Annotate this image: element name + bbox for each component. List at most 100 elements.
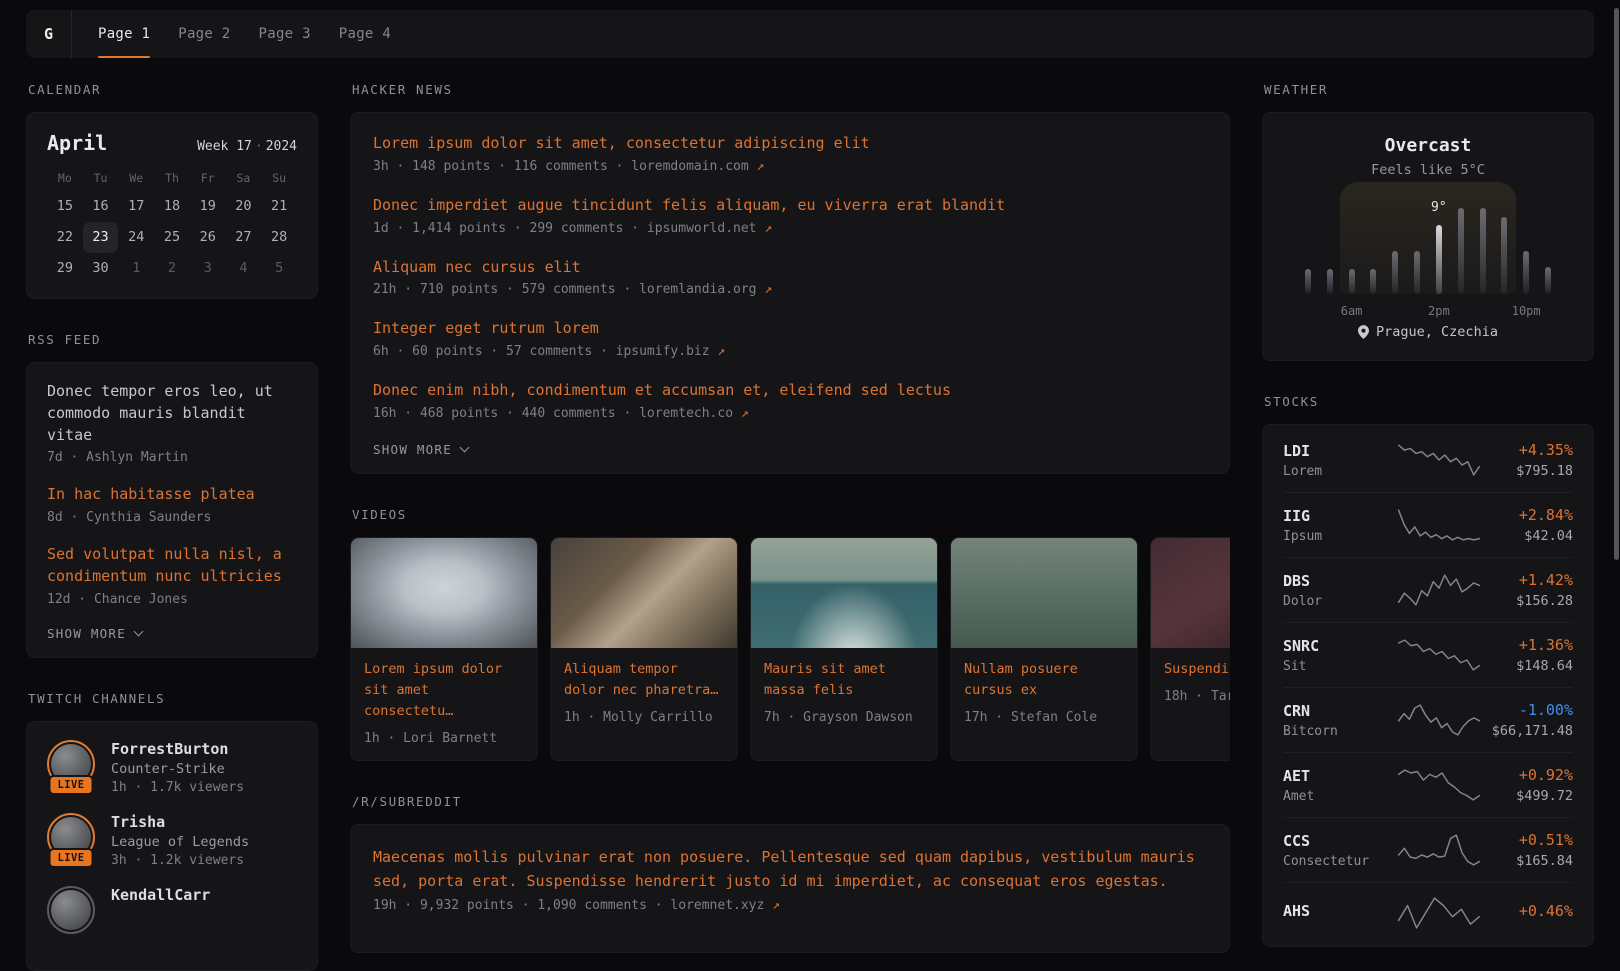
calendar-day[interactable]: 20 bbox=[226, 191, 262, 222]
video-title[interactable]: Lorem ipsum dolor sit amet consectetu… bbox=[351, 648, 537, 722]
live-badge: LIVE bbox=[49, 775, 94, 795]
weather-bar-slot: 9° 2pm bbox=[1428, 198, 1450, 294]
middle-column: HACKER NEWS Lorem ipsum dolor sit amet, … bbox=[350, 76, 1230, 953]
video-title[interactable]: Suspendisse diam bbox=[1151, 648, 1230, 680]
stock-row[interactable]: SNRC Sit +1.36% $148.64 bbox=[1283, 622, 1573, 687]
video-thumbnail[interactable] bbox=[551, 538, 737, 648]
hn-show-more-button[interactable]: SHOW MORE bbox=[373, 442, 468, 457]
calendar-day[interactable]: 24 bbox=[118, 222, 154, 253]
weather-bar bbox=[1458, 208, 1464, 294]
external-link-icon[interactable]: ↗ bbox=[717, 344, 725, 359]
calendar-section-label: CALENDAR bbox=[28, 82, 318, 97]
nav-tab[interactable]: Page 3 bbox=[259, 10, 311, 58]
calendar-day[interactable]: 26 bbox=[190, 222, 226, 253]
reddit-post-title[interactable]: Maecenas mollis pulvinar erat non posuer… bbox=[373, 845, 1207, 895]
calendar-day[interactable]: 25 bbox=[154, 222, 190, 253]
nav-tab[interactable]: Page 4 bbox=[339, 10, 391, 58]
calendar-day[interactable]: 23 bbox=[83, 222, 119, 253]
external-link-icon[interactable]: ↗ bbox=[764, 221, 772, 236]
page-scrollbar[interactable] bbox=[1614, 8, 1619, 560]
calendar-day[interactable]: 29 bbox=[47, 253, 83, 284]
weekday-label: Th bbox=[154, 171, 190, 185]
weather-section-label: WEATHER bbox=[1264, 82, 1594, 97]
stock-row[interactable]: IIG Ipsum +2.84% $42.04 bbox=[1283, 492, 1573, 557]
external-link-icon[interactable]: ↗ bbox=[772, 898, 780, 913]
weather-bar bbox=[1523, 251, 1529, 294]
rss-item-title[interactable]: In hac habitasse platea bbox=[47, 484, 297, 506]
live-badge: LIVE bbox=[49, 848, 94, 868]
stock-symbol: IIG bbox=[1283, 507, 1389, 525]
calendar-day[interactable]: 1 bbox=[118, 253, 154, 284]
nav-tab[interactable]: Page 2 bbox=[178, 10, 230, 58]
video-thumbnail[interactable] bbox=[951, 538, 1137, 648]
channel-name[interactable]: ForrestBurton bbox=[111, 740, 244, 758]
channel-meta: 1h · 1.7k viewers bbox=[111, 780, 244, 795]
stock-change: +4.35% bbox=[1489, 441, 1573, 459]
calendar-day[interactable]: 16 bbox=[83, 191, 119, 222]
weather-condition: Overcast bbox=[1285, 135, 1571, 156]
weather-bar-slot bbox=[1450, 198, 1472, 294]
video-card: Lorem ipsum dolor sit amet consectetu… 1… bbox=[350, 537, 538, 761]
weather-bar bbox=[1349, 269, 1355, 294]
page-tabs: Page 1 Page 2 Page 3 Page 4 bbox=[72, 10, 391, 58]
video-title[interactable]: Mauris sit amet massa felis bbox=[751, 648, 937, 701]
video-thumbnail[interactable] bbox=[751, 538, 937, 648]
twitch-channel-row[interactable]: LIVE ForrestBurton Counter-Strike 1h · 1… bbox=[47, 740, 297, 795]
hn-story-title[interactable]: Aliquam nec cursus elit bbox=[373, 257, 1207, 279]
current-temp-label: 9° bbox=[1431, 200, 1447, 215]
hn-story-title[interactable]: Integer eget rutrum lorem bbox=[373, 318, 1207, 340]
stock-name: Sit bbox=[1283, 659, 1389, 674]
weather-bar bbox=[1305, 269, 1311, 294]
stock-row[interactable]: CCS Consectetur +0.51% $165.84 bbox=[1283, 817, 1573, 882]
stock-row[interactable]: LDI Lorem +4.35% $795.18 bbox=[1283, 428, 1573, 492]
rss-item-title[interactable]: Donec tempor eros leo, ut commodo mauris… bbox=[47, 381, 297, 446]
external-link-icon[interactable]: ↗ bbox=[764, 282, 772, 297]
channel-game: Counter-Strike bbox=[111, 761, 244, 777]
stock-price: $795.18 bbox=[1489, 463, 1573, 479]
calendar-day[interactable]: 22 bbox=[47, 222, 83, 253]
video-title[interactable]: Aliquam tempor dolor nec pharetra… bbox=[551, 648, 737, 701]
hn-story-title[interactable]: Donec enim nibh, condimentum et accumsan… bbox=[373, 380, 1207, 402]
stock-row[interactable]: AHS +0.46% bbox=[1283, 882, 1573, 943]
twitch-channel-row[interactable]: LIVE Trisha League of Legends 3h · 1.2k … bbox=[47, 813, 297, 868]
hn-story-meta-text: 6h · 60 points · 57 comments · ipsumify.… bbox=[373, 344, 710, 359]
rss-item-title[interactable]: Sed volutpat nulla nisl, a condimentum n… bbox=[47, 544, 297, 588]
twitch-channel-row[interactable]: KendallCarr bbox=[47, 886, 297, 934]
stock-change: +1.36% bbox=[1489, 636, 1573, 654]
reddit-post-meta-text: 19h · 9,932 points · 1,090 comments · lo… bbox=[373, 898, 764, 913]
calendar-day[interactable]: 17 bbox=[118, 191, 154, 222]
hn-story-title[interactable]: Donec imperdiet augue tincidunt felis al… bbox=[373, 195, 1207, 217]
video-title[interactable]: Nullam posuere cursus ex bbox=[951, 648, 1137, 701]
show-more-label: SHOW MORE bbox=[373, 442, 452, 457]
left-column: CALENDAR April Week 17·2024 Mo Tu We Th … bbox=[26, 76, 318, 971]
calendar-day[interactable]: 15 bbox=[47, 191, 83, 222]
channel-name[interactable]: KendallCarr bbox=[111, 886, 210, 904]
external-link-icon[interactable]: ↗ bbox=[757, 159, 765, 174]
weather-bar bbox=[1370, 269, 1376, 294]
stock-row[interactable]: AET Amet +0.92% $499.72 bbox=[1283, 752, 1573, 817]
rss-show-more-button[interactable]: SHOW MORE bbox=[47, 626, 142, 641]
calendar-day[interactable]: 30 bbox=[83, 253, 119, 284]
stock-price: $165.84 bbox=[1489, 853, 1573, 869]
calendar-day[interactable]: 21 bbox=[261, 191, 297, 222]
weather-bar-slot bbox=[1537, 198, 1559, 294]
calendar-day[interactable]: 2 bbox=[154, 253, 190, 284]
hn-story-title[interactable]: Lorem ipsum dolor sit amet, consectetur … bbox=[373, 133, 1207, 155]
calendar-day[interactable]: 19 bbox=[190, 191, 226, 222]
channel-name[interactable]: Trisha bbox=[111, 813, 249, 831]
calendar-day[interactable]: 4 bbox=[226, 253, 262, 284]
calendar-day[interactable]: 27 bbox=[226, 222, 262, 253]
weather-time-label: 10pm bbox=[1512, 304, 1541, 318]
calendar-day[interactable]: 18 bbox=[154, 191, 190, 222]
nav-tab[interactable]: Page 1 bbox=[98, 10, 150, 58]
external-link-icon[interactable]: ↗ bbox=[741, 406, 749, 421]
stock-row[interactable]: DBS Dolor +1.42% $156.28 bbox=[1283, 557, 1573, 622]
app-logo[interactable]: G bbox=[26, 10, 72, 58]
calendar-day[interactable]: 28 bbox=[261, 222, 297, 253]
calendar-day[interactable]: 5 bbox=[261, 253, 297, 284]
video-thumbnail[interactable] bbox=[1151, 538, 1230, 648]
calendar-year: 2024 bbox=[266, 139, 297, 154]
stock-row[interactable]: CRN Bitcorn -1.00% $66,171.48 bbox=[1283, 687, 1573, 752]
calendar-day[interactable]: 3 bbox=[190, 253, 226, 284]
video-thumbnail[interactable] bbox=[351, 538, 537, 648]
